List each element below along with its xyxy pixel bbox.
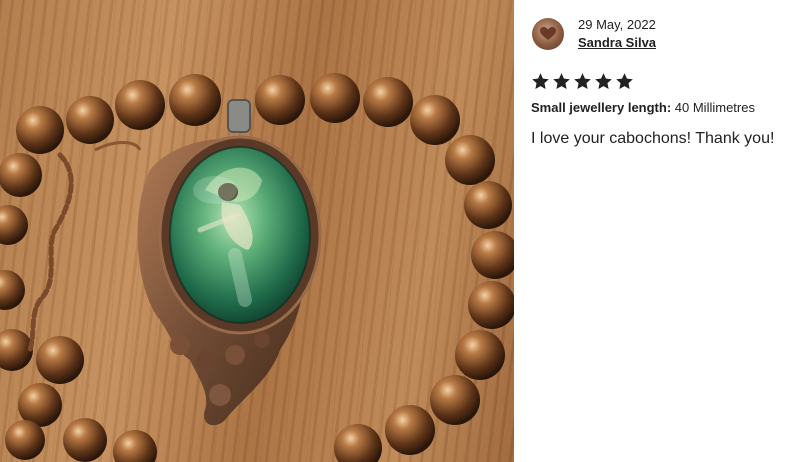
- heart-icon: [540, 27, 556, 40]
- star-rating: [531, 72, 634, 91]
- pendant-necklace-image: [0, 73, 514, 462]
- review-photo[interactable]: [0, 0, 514, 462]
- star-icon: [595, 73, 612, 90]
- variation-label: Small jewellery length:: [531, 100, 672, 115]
- reviewer-name-link[interactable]: Sandra Silva: [578, 35, 656, 50]
- review-date: 29 May, 2022: [578, 17, 656, 32]
- star-icon: [574, 73, 591, 90]
- review-panel: 29 May, 2022 Sandra Silva Small jeweller…: [530, 0, 794, 462]
- star-icon: [553, 73, 570, 90]
- variation-value: 40 Millimetres: [674, 100, 755, 115]
- star-icon: [532, 73, 549, 90]
- variation-info: Small jewellery length: 40 Millimetres: [531, 100, 755, 115]
- review-text: I love your cabochons! Thank you!: [531, 130, 775, 147]
- reviewer-avatar[interactable]: [532, 18, 564, 50]
- star-icon: [616, 73, 633, 90]
